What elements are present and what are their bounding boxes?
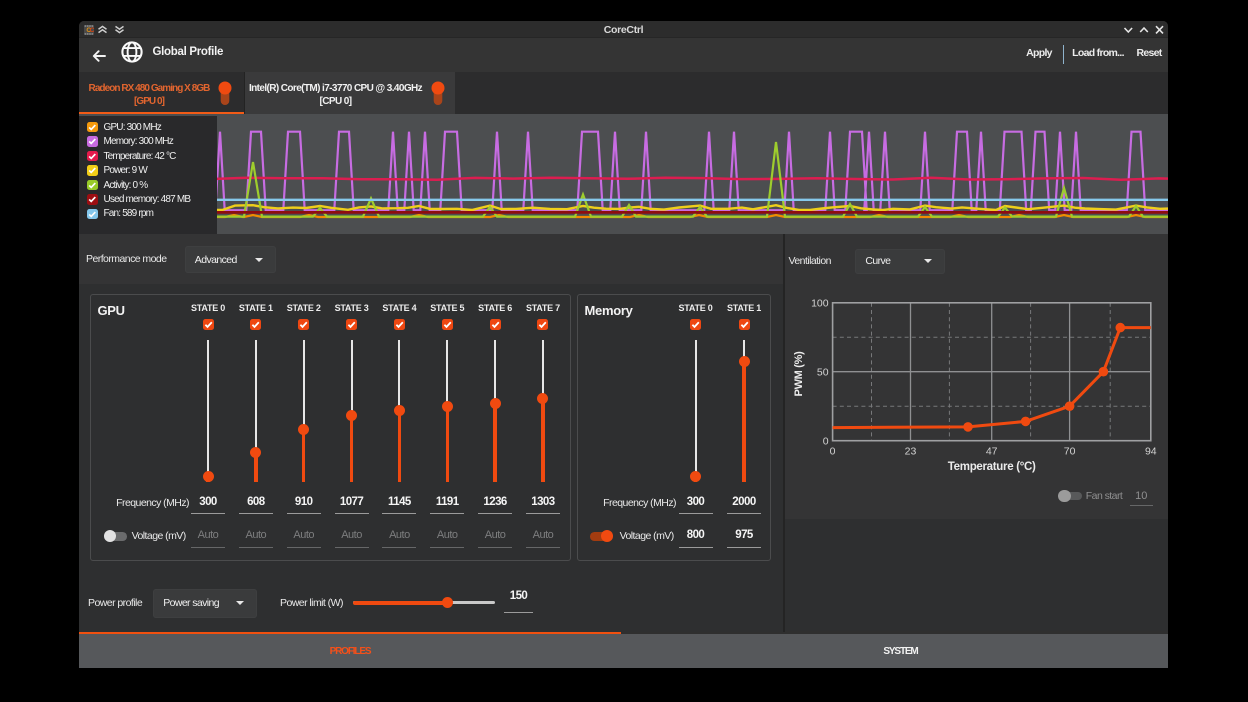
svg-text:100: 100 [811, 297, 829, 309]
svg-text:50: 50 [817, 366, 829, 378]
svg-text:0: 0 [823, 435, 829, 447]
svg-text:70: 70 [1064, 446, 1076, 458]
svg-text:Temperature (°C): Temperature (°C) [948, 461, 1036, 473]
svg-text:0: 0 [830, 446, 836, 458]
svg-text:47: 47 [986, 446, 998, 458]
svg-text:94: 94 [1145, 446, 1157, 458]
svg-text:PWM (%): PWM (%) [793, 351, 805, 397]
svg-text:23: 23 [905, 446, 917, 458]
svg-text:C: C [89, 27, 94, 34]
